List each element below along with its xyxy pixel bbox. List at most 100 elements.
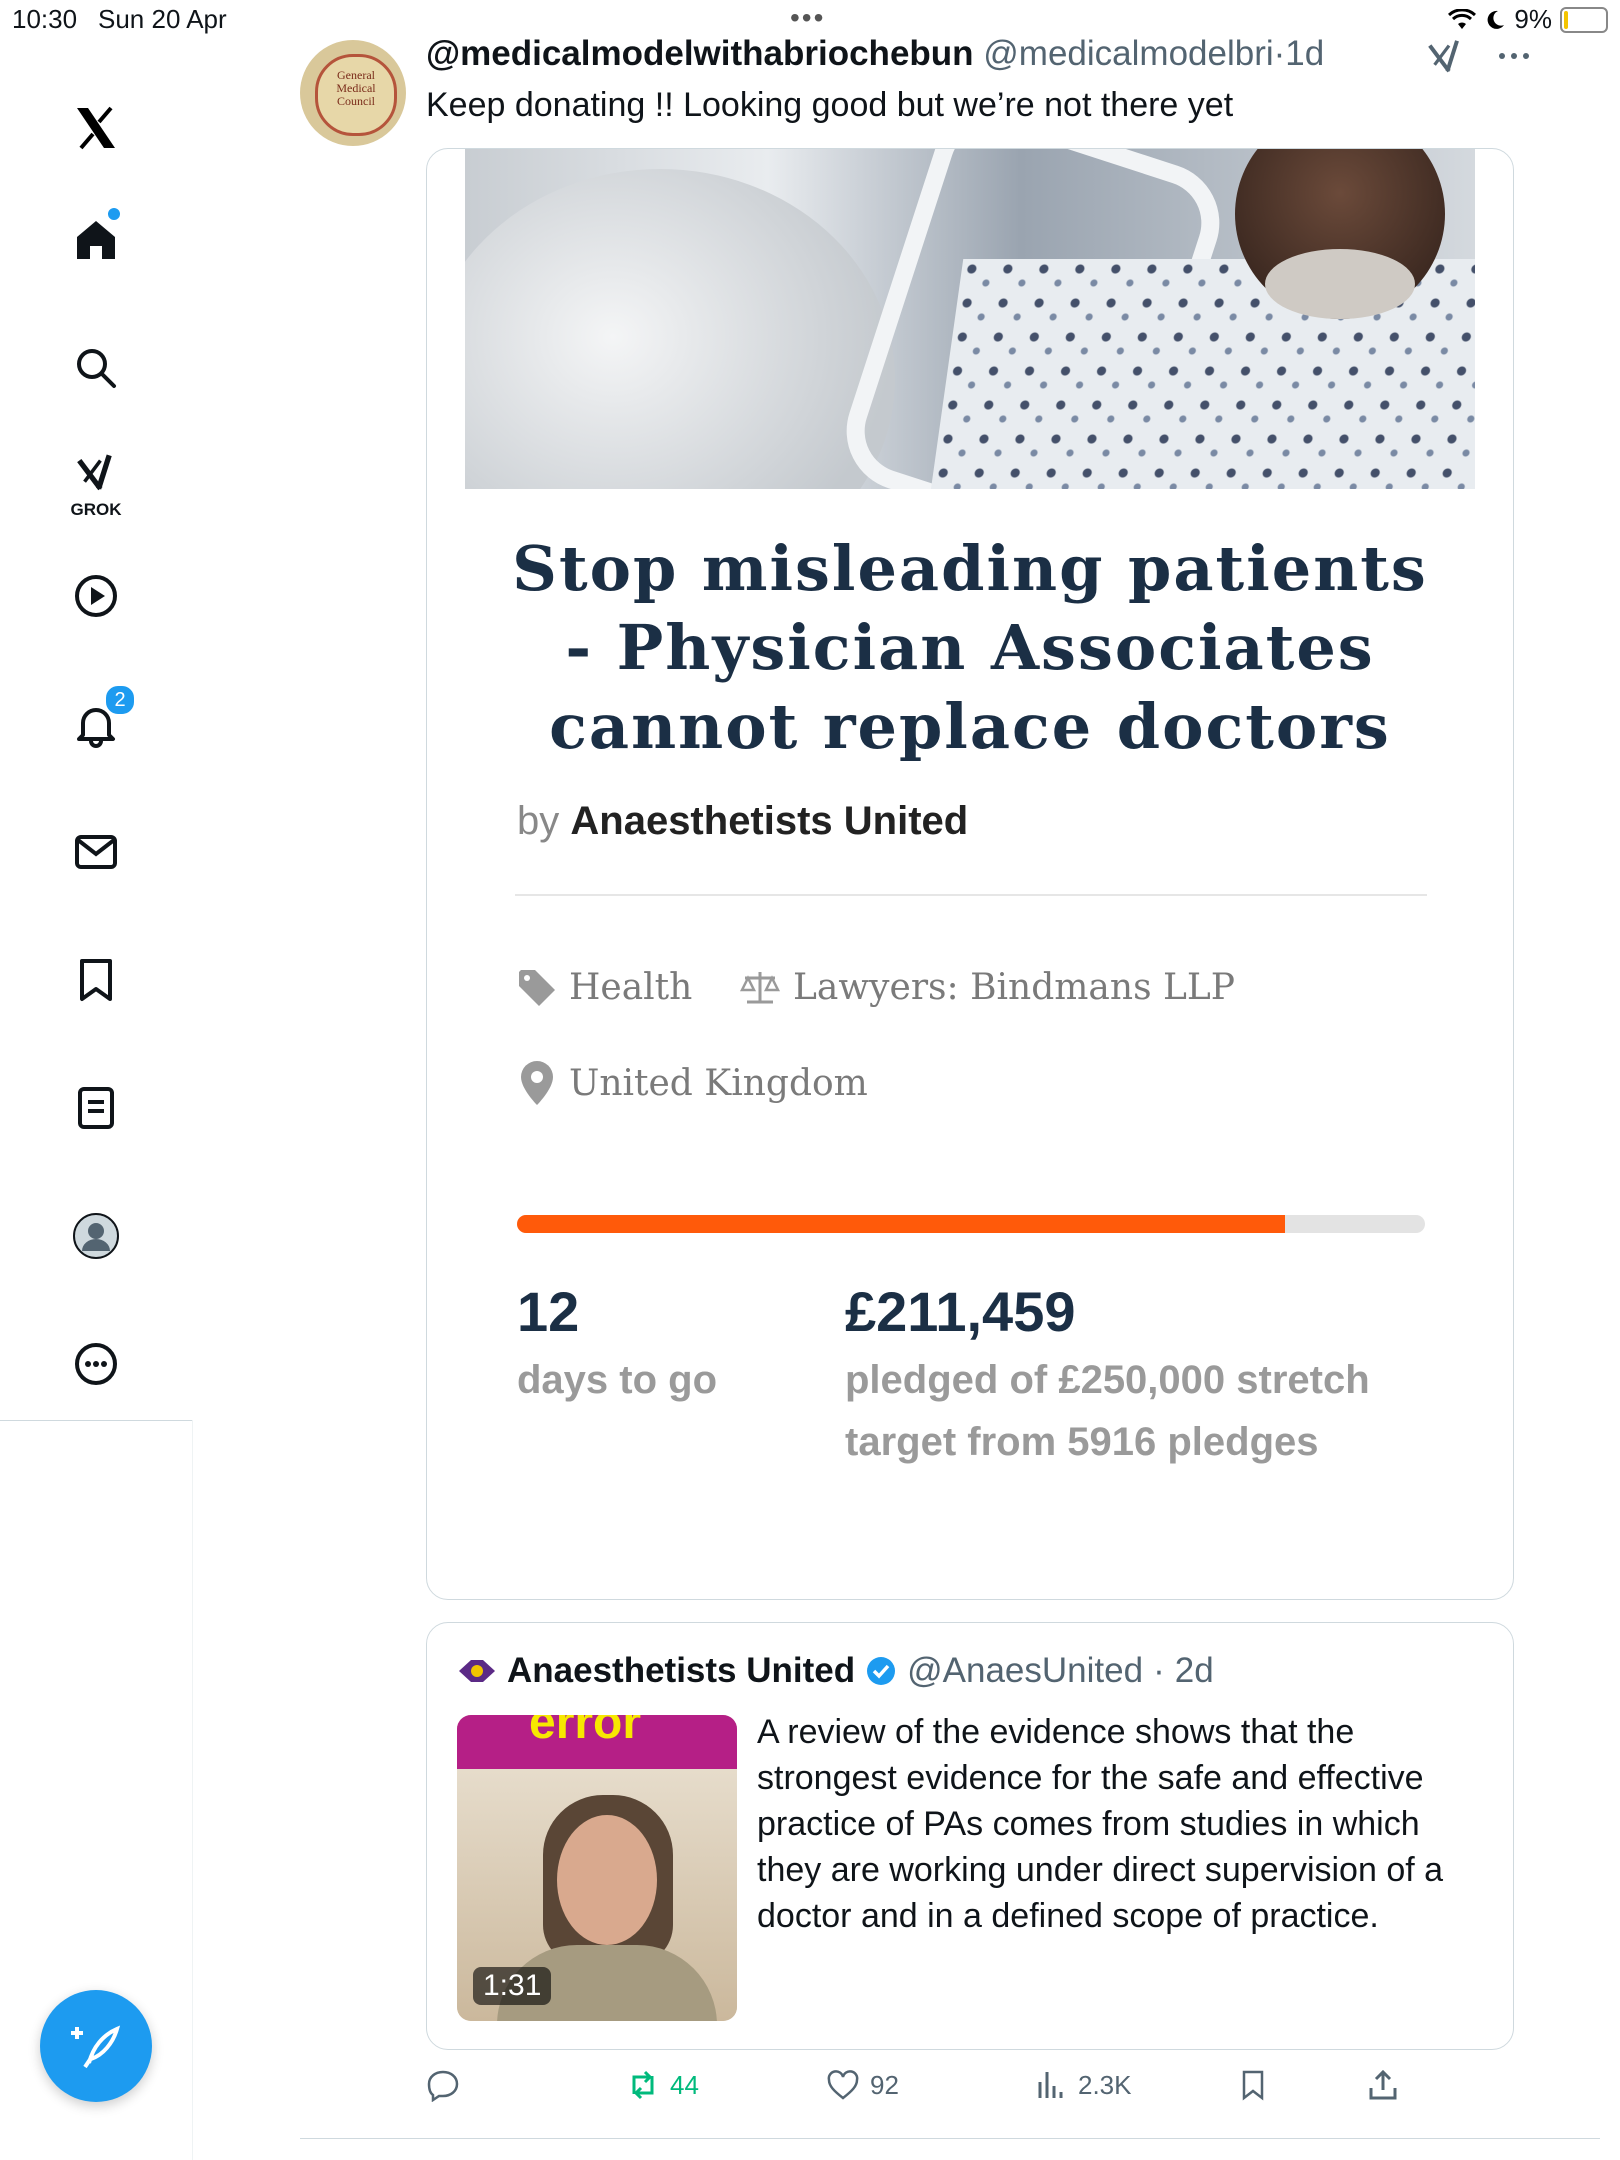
sidebar-item-more[interactable]	[56, 1324, 136, 1404]
list-icon	[78, 1087, 114, 1129]
photo-doctor-coat	[465, 169, 895, 489]
tweet-text: Keep donating !! Looking good but we’re …	[426, 86, 1234, 124]
days-number: 12	[517, 1280, 580, 1343]
share-icon	[1369, 2069, 1397, 2100]
quote-author-name[interactable]: Anaesthetists United	[507, 1651, 855, 1691]
avatar-seal-text: General Medical Council	[336, 68, 376, 108]
thumb-caption-word: error	[529, 1715, 642, 1749]
video-duration: 1:31	[473, 1967, 552, 2005]
byline-name: Anaesthetists United	[570, 799, 969, 843]
retweet-button[interactable]: 44	[626, 2068, 699, 2102]
verified-badge-icon	[867, 1657, 896, 1685]
author-name[interactable]: @medicalmodelwithabriochebun	[426, 34, 974, 73]
search-icon	[77, 349, 116, 388]
sidebar-item-lists[interactable]	[56, 1068, 136, 1148]
campaign-title: Stop misleading patients - Physician Ass…	[512, 532, 1428, 763]
campaign-byline: by Anaesthetists United	[517, 799, 968, 844]
tweet-header: @medicalmodelwithabriochebun @medicalmod…	[426, 34, 1324, 74]
quote-header: Anaesthetists United @AnaesUnited · 2d	[457, 1651, 1214, 1691]
home-unread-dot	[106, 206, 122, 222]
quote-video-thumbnail[interactable]: error 1:31	[457, 1715, 737, 2021]
views-count: 2.3K	[1078, 2069, 1132, 2100]
sidebar-item-home[interactable]	[56, 200, 136, 280]
quote-separator: ·	[1153, 1651, 1165, 1690]
funding-progress-bar	[517, 1215, 1425, 1233]
notification-badge: 2	[104, 684, 136, 716]
sidebar-item-messages[interactable]	[56, 812, 136, 892]
heart-icon	[827, 2070, 859, 2100]
author-avatar[interactable]: General Medical Council	[300, 40, 406, 146]
profile-icon	[73, 1213, 119, 1259]
bookmark-icon	[1242, 2070, 1264, 2101]
lawyers-meta: Lawyers: Bindmans LLP	[739, 967, 1235, 1008]
status-indicators: 9%	[1448, 4, 1608, 35]
lawyers-label: Lawyers: Bindmans LLP	[793, 967, 1236, 1008]
bookmark-button[interactable]	[1236, 2068, 1270, 2102]
reply-icon	[427, 2070, 459, 2102]
more-options-icon[interactable]	[1497, 50, 1531, 62]
compose-button[interactable]	[40, 1990, 152, 2102]
retweet-icon	[632, 2070, 654, 2100]
sidebar-divider	[0, 1420, 192, 1421]
sidebar-item-profile[interactable]	[56, 1196, 136, 1276]
thumb-face	[557, 1815, 657, 1945]
home-icon	[77, 221, 115, 259]
scales-icon	[739, 971, 781, 1003]
location-pin-icon	[521, 1061, 553, 1105]
moon-icon	[1488, 10, 1505, 29]
status-time: 10:30	[12, 4, 78, 34]
thumb-caption-band: error	[457, 1715, 737, 1769]
quote-text: A review of the evidence shows that the …	[757, 1713, 1444, 1935]
battery-fill	[1564, 10, 1568, 29]
photo-patient-beard	[1265, 249, 1415, 319]
like-button[interactable]: 92	[826, 2068, 899, 2102]
share-button[interactable]	[1366, 2068, 1400, 2102]
tag-icon	[519, 969, 555, 1006]
sidebar-item-notifications[interactable]: 2	[56, 684, 136, 764]
tweet-actions: 44 92 2.3K	[426, 2068, 1426, 2118]
sidebar: GROK 2	[0, 40, 192, 1420]
header-separator: ·	[1273, 34, 1286, 73]
sidebar-item-video[interactable]	[56, 556, 136, 636]
org-logo-icon	[459, 1660, 495, 1682]
sidebar-border	[192, 1420, 193, 2160]
tweet-age[interactable]: 1d	[1285, 34, 1324, 73]
card-divider	[515, 894, 1427, 896]
grok-explain-icon[interactable]	[1425, 36, 1465, 76]
pledged-label: pledged of £250,000 stretch target from …	[845, 1358, 1370, 1464]
multitasking-dots-icon[interactable]: •••	[790, 2, 825, 34]
days-label: days to go	[517, 1358, 718, 1402]
retweet-count: 44	[670, 2069, 699, 2100]
bookmark-icon	[80, 959, 112, 1001]
sidebar-item-explore[interactable]	[56, 328, 136, 408]
avatar-seal: General Medical Council	[315, 54, 397, 136]
grok-label: GROK	[70, 500, 122, 519]
reply-button[interactable]	[426, 2068, 470, 2102]
location-meta: United Kingdom	[517, 1059, 868, 1107]
funding-progress-fill	[517, 1215, 1286, 1233]
card-photo	[465, 149, 1475, 489]
category-meta: Health	[517, 967, 692, 1008]
wifi-icon	[1448, 8, 1477, 29]
compose-feather-icon	[71, 2025, 121, 2069]
sidebar-item-bookmarks[interactable]	[56, 940, 136, 1020]
quote-author-handle[interactable]: @AnaesUnited	[907, 1651, 1143, 1691]
x-logo-icon[interactable]	[56, 88, 136, 168]
views-chart-icon	[1038, 2072, 1063, 2098]
quote-age[interactable]: 2d	[1175, 1651, 1214, 1691]
battery-percent: 9%	[1514, 4, 1552, 34]
quoted-tweet[interactable]: Anaesthetists United @AnaesUnited · 2d err…	[426, 1622, 1514, 2050]
grok-icon	[77, 454, 112, 491]
views-button[interactable]: 2.3K	[1034, 2068, 1132, 2102]
byline-prefix: by	[517, 799, 560, 843]
tweet-header-actions	[1425, 36, 1531, 76]
play-icon	[75, 575, 117, 617]
status-date: Sun 20 Apr	[98, 4, 227, 34]
crowdfunding-card[interactable]: Stop misleading patients - Physician Ass…	[426, 148, 1514, 1600]
author-handle[interactable]: @medicalmodelbri	[983, 34, 1273, 73]
pledged-amount: £211,459	[845, 1280, 1076, 1343]
sidebar-item-grok[interactable]: GROK	[56, 440, 136, 520]
envelope-icon	[75, 835, 117, 869]
tweet-bottom-divider	[300, 2138, 1600, 2139]
category-label: Health	[569, 967, 693, 1008]
